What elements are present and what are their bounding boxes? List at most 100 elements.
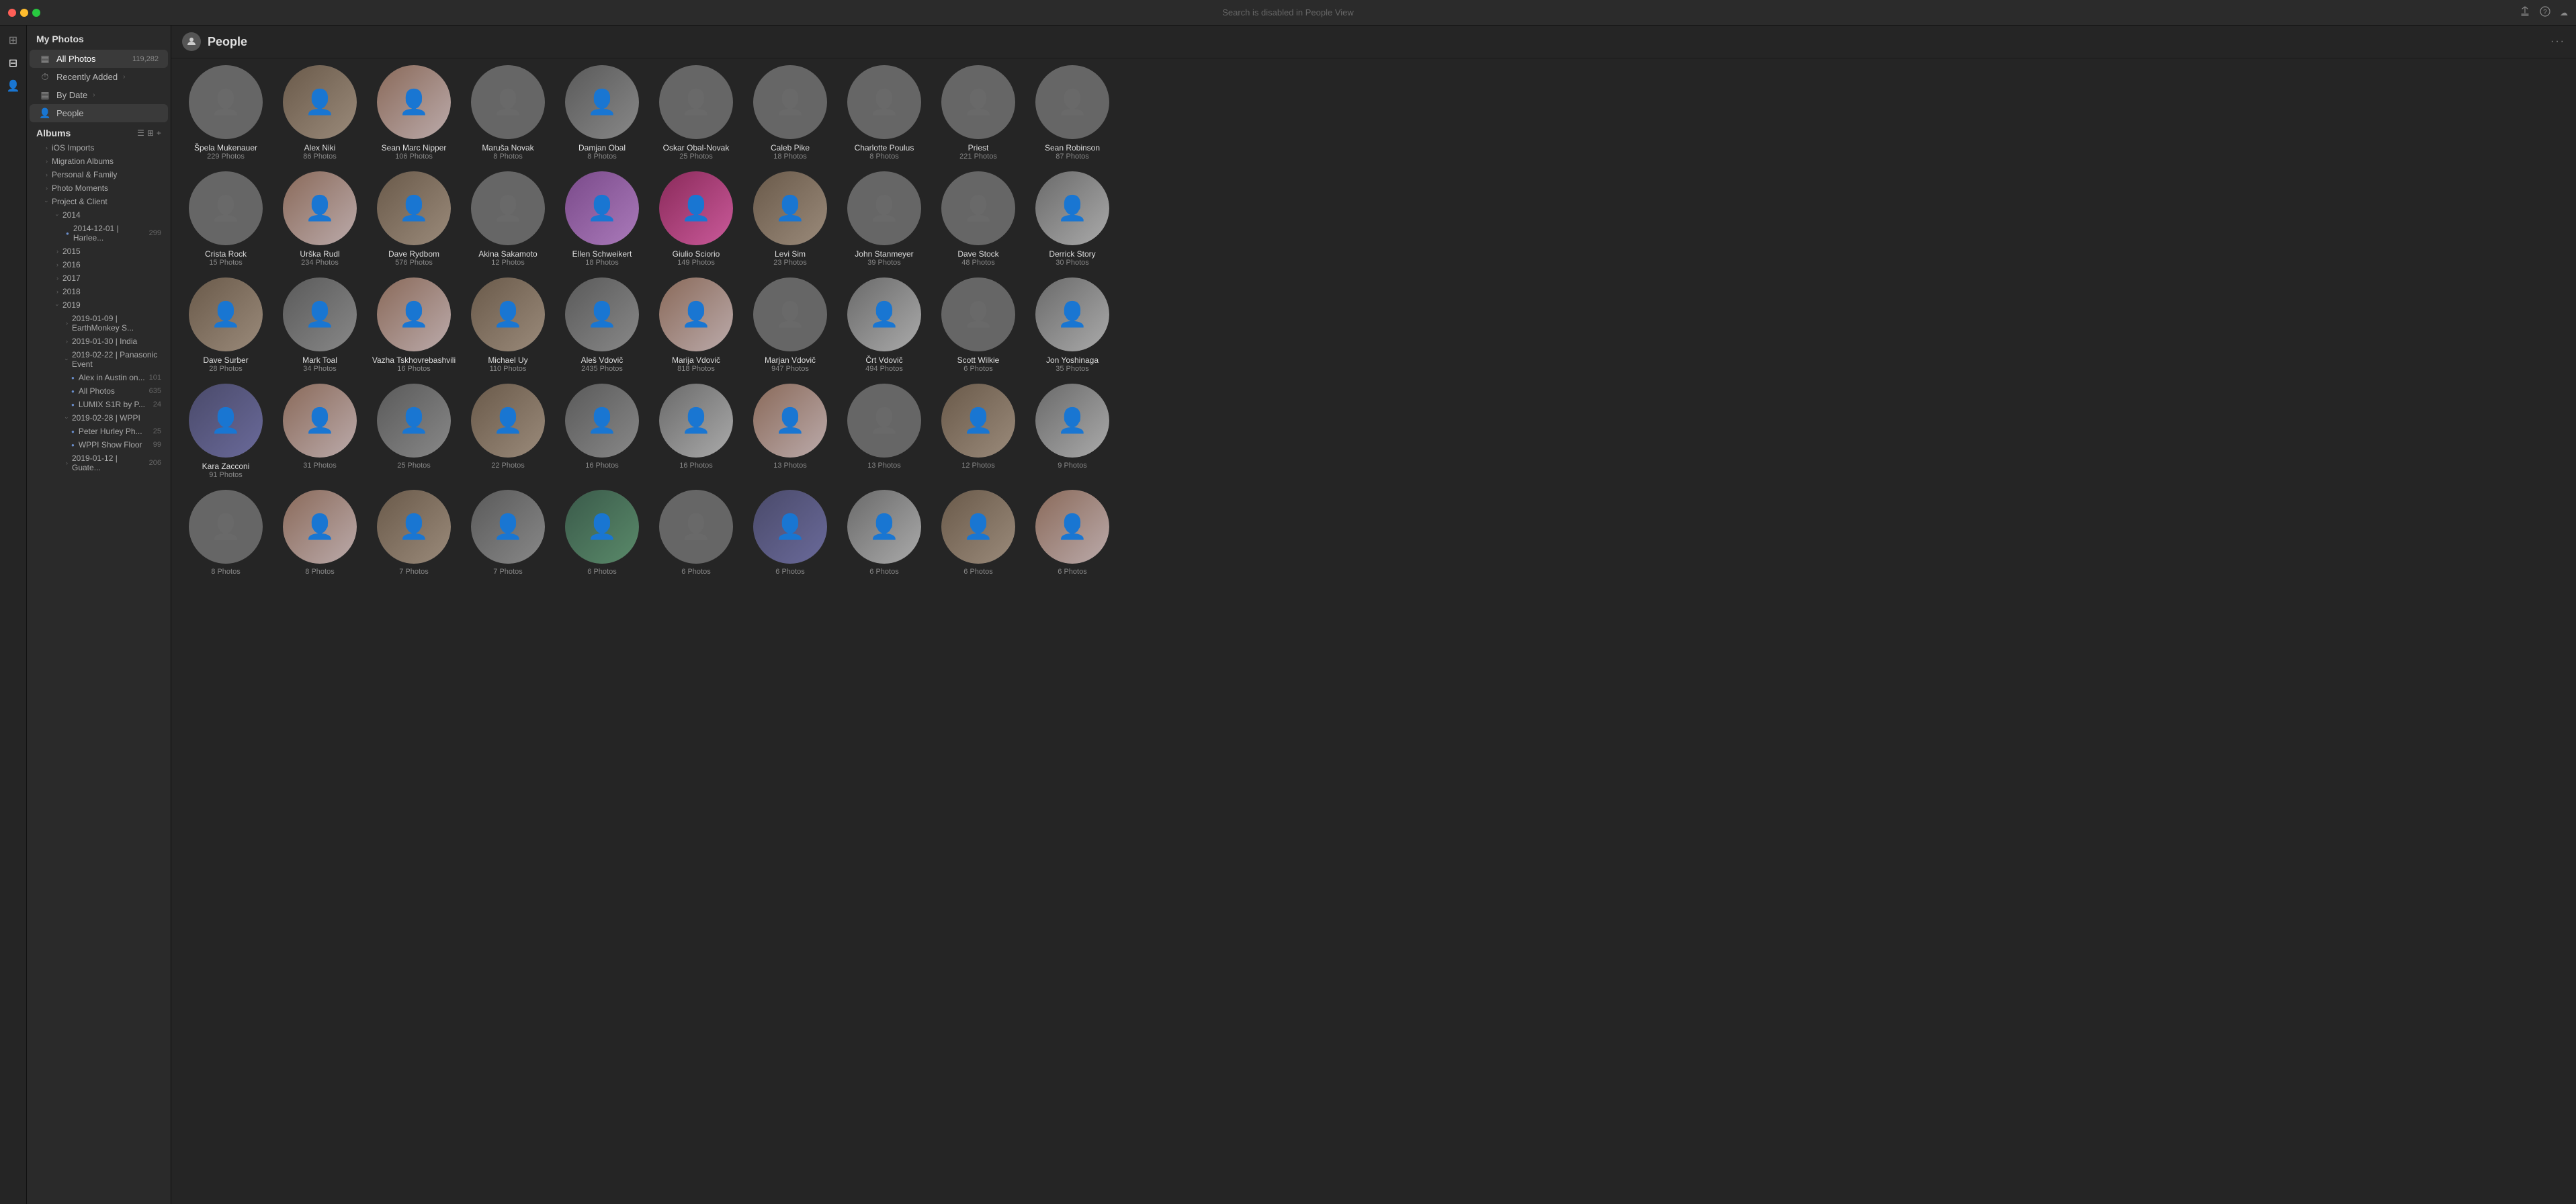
album-lumix[interactable]: ● LUMIX S1R by P... 24: [27, 398, 171, 411]
maximize-button[interactable]: [32, 9, 40, 17]
person-unknown-5-6[interactable]: 👤 6 Photos: [652, 490, 740, 576]
person-unknown-4-5[interactable]: 👤 16 Photos: [558, 384, 646, 479]
person-damjan[interactable]: 👤 Damjan Obal 8 Photos: [558, 65, 646, 161]
album-wppi-floor[interactable]: ● WPPI Show Floor 99: [27, 438, 171, 452]
person-unknown-4-10[interactable]: 👤 9 Photos: [1029, 384, 1116, 479]
person-spela[interactable]: 👤 Špela Mukenauer 229 Photos: [182, 65, 269, 161]
grid-view-icon[interactable]: ⊞: [147, 128, 154, 138]
person-priest[interactable]: 👤 Priest 221 Photos: [935, 65, 1022, 161]
album-migration[interactable]: › Migration Albums: [27, 155, 171, 168]
person-unknown-4-8[interactable]: 👤 13 Photos: [841, 384, 928, 479]
person-charlotte[interactable]: 👤 Charlotte Poulus 8 Photos: [841, 65, 928, 161]
person-jon[interactable]: 👤 Jon Yoshinaga 35 Photos: [1029, 277, 1116, 373]
india-chevron: ›: [66, 338, 68, 345]
person-dave-surber[interactable]: 👤 Dave Surber 28 Photos: [182, 277, 269, 373]
upload-icon[interactable]: [2520, 6, 2530, 19]
person-unknown-5-5[interactable]: 👤 6 Photos: [558, 490, 646, 576]
minimize-button[interactable]: [20, 9, 28, 17]
album-2018[interactable]: › 2018: [27, 285, 171, 298]
person-kara[interactable]: 👤 Kara Zacconi 91 Photos: [182, 384, 269, 479]
moments-chevron: ›: [46, 185, 48, 191]
album-wppi[interactable]: › 2019-02-28 | WPPI: [27, 411, 171, 425]
person-ellen[interactable]: 👤 Ellen Schweikert 18 Photos: [558, 171, 646, 267]
person-unknown-4-7[interactable]: 👤 13 Photos: [746, 384, 834, 479]
add-album-icon[interactable]: +: [157, 128, 161, 138]
person-derrick[interactable]: 👤 Derrick Story 30 Photos: [1029, 171, 1116, 267]
album-2016[interactable]: › 2016: [27, 258, 171, 271]
person-marjan[interactable]: 👤 Marjan Vdovič 947 Photos: [746, 277, 834, 373]
person-sean-robinson[interactable]: 👤 Sean Robinson 87 Photos: [1029, 65, 1116, 161]
album-2017[interactable]: › 2017: [27, 271, 171, 285]
person-unknown-4-3[interactable]: 👤 25 Photos: [370, 384, 458, 479]
cloud-icon[interactable]: ☁: [2560, 8, 2568, 17]
person-crista[interactable]: 👤 Crista Rock 15 Photos: [182, 171, 269, 267]
person-unknown-5-8[interactable]: 👤 6 Photos: [841, 490, 928, 576]
person-levi[interactable]: 👤 Levi Sim 23 Photos: [746, 171, 834, 267]
person-unknown-4-4[interactable]: 👤 22 Photos: [464, 384, 552, 479]
album-all-photos-sub[interactable]: ● All Photos 635: [27, 384, 171, 398]
person-crt[interactable]: 👤 Črt Vdovič 494 Photos: [841, 277, 928, 373]
all-photos-icon: ▦: [39, 53, 51, 64]
person-unknown-4-6[interactable]: 👤 16 Photos: [652, 384, 740, 479]
album-guate[interactable]: › 2019-01-12 | Guate... 206: [27, 452, 171, 474]
person-unknown-5-4[interactable]: 👤 7 Photos: [464, 490, 552, 576]
album-project-client[interactable]: › Project & Client: [27, 195, 171, 208]
album-india[interactable]: › 2019-01-30 | India: [27, 335, 171, 348]
michael-uy-name: Michael Uy: [488, 355, 527, 365]
album-peter-hurley[interactable]: ● Peter Hurley Ph... 25: [27, 425, 171, 438]
person-unknown-5-2[interactable]: 👤 8 Photos: [276, 490, 363, 576]
album-personal[interactable]: › Personal & Family: [27, 168, 171, 181]
person-unknown-5-10[interactable]: 👤 6 Photos: [1029, 490, 1116, 576]
person-akina[interactable]: 👤 Akina Sakamoto 12 Photos: [464, 171, 552, 267]
person-unknown-5-9[interactable]: 👤 6 Photos: [935, 490, 1022, 576]
album-2015[interactable]: › 2015: [27, 245, 171, 258]
rail-library-icon[interactable]: ⊟: [4, 54, 23, 73]
person-dave-stock[interactable]: 👤 Dave Stock 48 Photos: [935, 171, 1022, 267]
album-2014-harlee[interactable]: ● 2014-12-01 | Harlee... 299: [27, 222, 171, 245]
person-vazha[interactable]: 👤 Vazha Tskhovrebashvili 16 Photos: [370, 277, 458, 373]
sidebar-item-by-date[interactable]: ▦ By Date ›: [30, 86, 168, 104]
person-alex-niki[interactable]: 👤 Alex Niki 86 Photos: [276, 65, 363, 161]
person-unknown-4-2[interactable]: 👤 31 Photos: [276, 384, 363, 479]
album-2014[interactable]: › 2014: [27, 208, 171, 222]
person-marija[interactable]: 👤 Marija Vdovič 818 Photos: [652, 277, 740, 373]
sidebar-item-recently-added[interactable]: ⏱ Recently Added ›: [30, 68, 168, 86]
person-ales[interactable]: 👤 Aleš Vdovič 2435 Photos: [558, 277, 646, 373]
album-2019[interactable]: › 2019: [27, 298, 171, 312]
album-earthmonkey[interactable]: › 2019-01-09 | EarthMonkey S...: [27, 312, 171, 335]
person-giulio[interactable]: 👤 Giulio Sciorio 149 Photos: [652, 171, 740, 267]
person-marusa[interactable]: 👤 Maruša Novak 8 Photos: [464, 65, 552, 161]
search-bar: Search is disabled in People View: [1222, 7, 1354, 17]
more-options-button[interactable]: ···: [2550, 36, 2565, 48]
album-panasonic[interactable]: › 2019-02-22 | Panasonic Event: [27, 348, 171, 371]
person-unknown-5-3[interactable]: 👤 7 Photos: [370, 490, 458, 576]
person-urska[interactable]: 👤 Urška Rudl 234 Photos: [276, 171, 363, 267]
person-oskar[interactable]: 👤 Oskar Obal-Novak 25 Photos: [652, 65, 740, 161]
person-unknown-4-9[interactable]: 👤 12 Photos: [935, 384, 1022, 479]
crt-name: Črt Vdovič: [865, 355, 902, 365]
person-mark-toal[interactable]: 👤 Mark Toal 34 Photos: [276, 277, 363, 373]
person-john[interactable]: 👤 John Stanmeyer 39 Photos: [841, 171, 928, 267]
rail-people-icon[interactable]: 👤: [4, 77, 23, 95]
close-button[interactable]: [8, 9, 16, 17]
levi-count: 23 Photos: [773, 259, 807, 267]
album-ios-imports[interactable]: › iOS Imports: [27, 141, 171, 155]
person-unknown-5-1[interactable]: 👤 8 Photos: [182, 490, 269, 576]
rail-photos-icon[interactable]: ⊞: [4, 31, 23, 50]
unknown-4-2-count: 31 Photos: [303, 462, 337, 470]
people-grid: 👤 Špela Mukenauer 229 Photos 👤 Alex Niki…: [171, 58, 2576, 1204]
person-sean-marc[interactable]: 👤 Sean Marc Nipper 106 Photos: [370, 65, 458, 161]
person-dave-rydbom[interactable]: 👤 Dave Rydbom 576 Photos: [370, 171, 458, 267]
sidebar-item-people[interactable]: 👤 People: [30, 104, 168, 122]
albums-controls: ☰ ⊞ +: [137, 128, 161, 138]
all-photos-count: 119,282: [132, 55, 159, 63]
sidebar-item-all-photos[interactable]: ▦ All Photos 119,282: [30, 50, 168, 68]
person-caleb[interactable]: 👤 Caleb Pike 18 Photos: [746, 65, 834, 161]
album-alex-austin[interactable]: ● Alex in Austin on... 101: [27, 371, 171, 384]
list-view-icon[interactable]: ☰: [137, 128, 144, 138]
help-icon[interactable]: ?: [2540, 6, 2550, 19]
album-photo-moments[interactable]: › Photo Moments: [27, 181, 171, 195]
person-michael-uy[interactable]: 👤 Michael Uy 110 Photos: [464, 277, 552, 373]
person-unknown-5-7[interactable]: 👤 6 Photos: [746, 490, 834, 576]
person-scott[interactable]: 👤 Scott Wilkie 6 Photos: [935, 277, 1022, 373]
